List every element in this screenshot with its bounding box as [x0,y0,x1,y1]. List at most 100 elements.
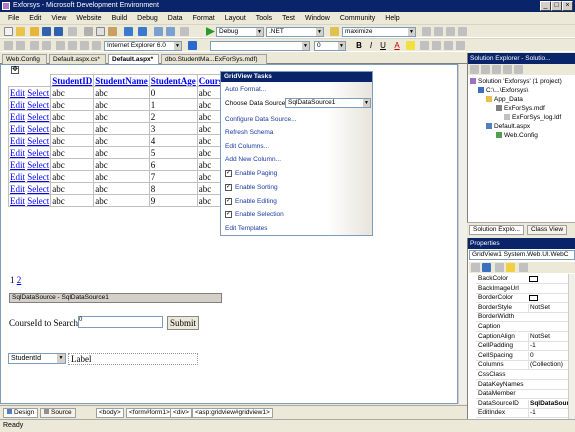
minimize-button[interactable]: _ [540,1,551,11]
font-color-button[interactable]: A [392,40,402,51]
enable-paging-label[interactable]: Enable Paging [235,170,277,177]
bookmark-icon[interactable] [80,41,89,50]
refresh-schema-link[interactable]: Refresh Schema [225,129,273,136]
menu-format[interactable]: Format [188,15,220,22]
align-right-icon[interactable] [444,41,453,50]
platform-combo[interactable]: .NET ▼ [266,27,324,37]
add-item-icon[interactable] [16,27,25,36]
bullets-icon[interactable] [456,41,465,50]
property-row[interactable]: BackColor [476,275,572,284]
cut-icon[interactable] [84,27,93,36]
align-left-icon[interactable] [420,41,429,50]
enable-sorting-checkbox[interactable]: ✓ [225,184,232,191]
property-row[interactable]: Caption [476,323,572,332]
bold-button[interactable]: B [354,40,364,51]
properties-window-icon[interactable] [434,27,443,36]
grid-header-student-age[interactable]: StudentAge [148,74,198,87]
align-center-icon[interactable] [432,41,441,50]
property-row[interactable]: CssClass [476,371,572,380]
row-edit-link[interactable]: Edit [10,196,25,206]
refresh-icon[interactable] [481,65,490,74]
close-button[interactable]: × [562,1,573,11]
property-row[interactable]: Columns (Collection) [476,361,572,371]
grid-header-student-id[interactable]: StudentID [50,74,95,87]
tree-solution[interactable]: Solution 'Exforsys' (1 project) [470,78,562,85]
enable-sorting-label[interactable]: Enable Sorting [235,184,278,191]
tab-class-view[interactable]: Class View [527,225,568,235]
configuration-combo[interactable]: Debug ▼ [216,27,264,37]
tab-solution-explorer[interactable]: Solution Explo... [469,225,524,235]
enable-editing-label[interactable]: Enable Editing [235,198,277,205]
properties-icon[interactable] [470,65,479,74]
gridview[interactable]: StudentID StudentName StudentAge CourseI… [7,74,237,207]
design-vertical-scrollbar[interactable] [458,64,467,404]
start-debug-icon[interactable] [206,27,215,36]
target-browser-combo[interactable]: Internet Explorer 6.0 ▼ [104,41,182,51]
paste-icon[interactable] [108,27,117,36]
print-icon[interactable] [68,27,77,36]
row-edit-link[interactable]: Edit [10,148,25,158]
course-search-input[interactable]: 0 [78,316,163,328]
menu-community[interactable]: Community [335,15,380,22]
row-edit-link[interactable]: Edit [10,88,25,98]
nest-files-icon[interactable] [492,65,501,74]
menu-layout[interactable]: Layout [220,15,251,22]
italic-button[interactable]: I [366,40,376,51]
enable-editing-checkbox[interactable]: ✓ [225,198,232,205]
row-select-link[interactable]: Select [27,196,49,206]
navigate-back-icon[interactable] [154,27,163,36]
add-new-column-link[interactable]: Add New Column... [225,156,281,163]
grid-header-student-name[interactable]: StudentName [93,74,150,87]
tab-student-master[interactable]: dbo.StudentMa...ExForSys.mdf) [161,54,267,64]
menu-test[interactable]: Test [277,15,300,22]
start-page-icon[interactable] [458,27,467,36]
tab-default-aspx-cs[interactable]: Default.aspx.cs* [49,54,106,64]
property-row[interactable]: BorderWidth [476,313,572,323]
property-row[interactable]: DataMember [476,390,572,400]
menu-view[interactable]: View [46,15,71,22]
configure-data-source-link[interactable]: Configure Data Source... [225,116,297,123]
find-icon[interactable] [180,27,189,36]
row-edit-link[interactable]: Edit [10,172,25,182]
alphabetical-icon[interactable] [482,263,491,272]
block-icon[interactable] [16,41,25,50]
toolbox-icon[interactable] [446,27,455,36]
tree-mdf[interactable]: ExForSys.mdf [496,105,545,112]
choose-data-source-combo[interactable]: SqlDataSource1 ▼ [285,98,371,108]
move-handle-icon[interactable]: ✥ [11,66,19,74]
property-row[interactable]: DataSourceIDSqlDataSource1 [476,399,574,409]
find-combo[interactable]: maximize ▼ [342,27,416,37]
indent-icon[interactable] [30,41,39,50]
categorized-icon[interactable] [471,263,480,272]
properties-view-icon[interactable] [495,263,504,272]
properties-scrollbar[interactable] [568,274,575,419]
menu-website[interactable]: Website [71,15,106,22]
row-select-link[interactable]: Select [27,124,49,134]
menu-window[interactable]: Window [300,15,335,22]
style-icon[interactable] [4,41,13,50]
save-icon[interactable] [42,27,51,36]
tab-default-aspx[interactable]: Default.aspx* [108,54,159,64]
property-row[interactable]: BorderColor [476,294,572,304]
enable-paging-checkbox[interactable]: ✓ [225,170,232,177]
student-id-dropdown[interactable]: StudentId ▼ [8,353,66,364]
comment-icon[interactable] [56,41,65,50]
submit-button[interactable]: Submit [167,316,199,330]
check-accessibility-icon[interactable] [188,41,197,50]
redo-icon[interactable] [138,27,147,36]
row-edit-link[interactable]: Edit [10,184,25,194]
design-view-button[interactable]: Design [3,408,39,418]
property-row[interactable]: CellSpacing 0 [476,351,572,361]
outdent-icon[interactable] [42,41,51,50]
menu-edit[interactable]: Edit [24,15,46,22]
tag-body[interactable]: <body> [96,408,124,418]
row-edit-link[interactable]: Edit [10,160,25,170]
row-select-link[interactable]: Select [27,112,49,122]
tree-ldf[interactable]: ExForSys_log.ldf [504,114,561,121]
copy-icon[interactable] [96,27,105,36]
property-row[interactable]: CaptionAlign NotSet [476,332,572,342]
find-in-files-icon[interactable] [330,27,339,36]
row-select-link[interactable]: Select [27,160,49,170]
solution-explorer-icon[interactable] [422,27,431,36]
new-project-icon[interactable] [4,27,13,36]
